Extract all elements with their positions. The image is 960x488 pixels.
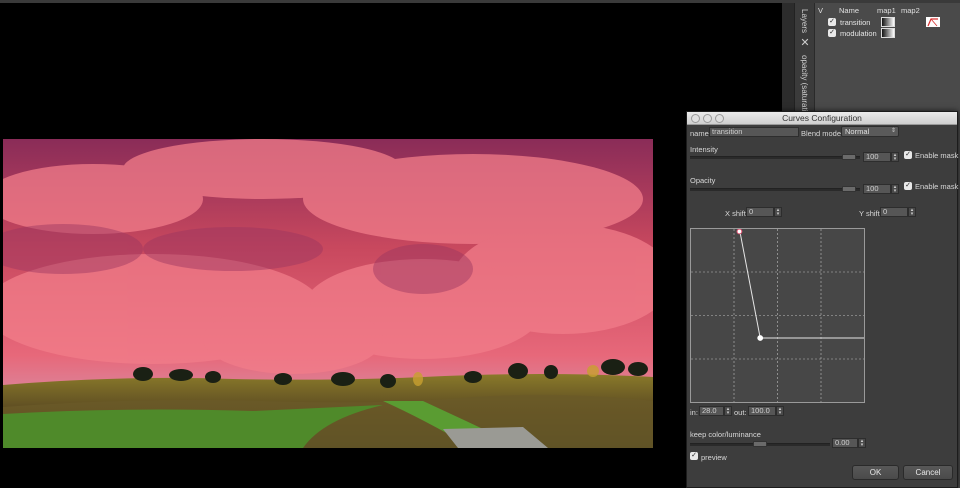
- layer-visible-checkbox[interactable]: ✓: [828, 18, 836, 26]
- opacity-mask-checkbox[interactable]: ✓: [904, 182, 912, 190]
- preview-image: [3, 139, 653, 448]
- intensity-slider[interactable]: [690, 156, 860, 159]
- layer-name: modulation: [840, 29, 877, 38]
- keep-color-luminance-stepper[interactable]: ▴ ▾: [858, 438, 866, 448]
- in-value-field[interactable]: 28.0: [699, 406, 724, 416]
- y-shift-field[interactable]: 0: [880, 207, 908, 217]
- x-shift-label: X shift: [725, 209, 746, 218]
- layers-header: V Name map1 map2: [815, 6, 960, 16]
- dialog-titlebar[interactable]: Curves Configuration: [687, 112, 957, 125]
- map2-curve-icon[interactable]: [926, 17, 940, 27]
- blend-mode-value: Normal: [845, 127, 870, 136]
- map1-thumbnail[interactable]: [881, 28, 895, 38]
- column-map2: map2: [901, 6, 920, 15]
- blend-mode-select[interactable]: Normal ⇕: [841, 126, 899, 137]
- intensity-slider-handle[interactable]: [842, 154, 856, 160]
- out-label: out:: [734, 408, 747, 417]
- column-map1: map1: [877, 6, 896, 15]
- in-stepper[interactable]: ▴ ▾: [724, 406, 732, 416]
- chevron-updown-icon: ⇕: [890, 128, 896, 134]
- intensity-value-field[interactable]: 100: [863, 152, 891, 162]
- map1-thumbnail[interactable]: [881, 17, 895, 27]
- blend-mode-label: Blend mode:: [801, 129, 844, 138]
- curves-configuration-dialog: Curves Configuration name: transition Bl…: [686, 111, 958, 488]
- out-value-field[interactable]: 100.0: [748, 406, 776, 416]
- opacity-value-field[interactable]: 100: [863, 184, 891, 194]
- x-shift-field[interactable]: 0: [746, 207, 774, 217]
- keep-color-luminance-field[interactable]: 0.00: [832, 438, 858, 448]
- layer-name-field[interactable]: transition: [709, 127, 799, 137]
- opacity-stepper[interactable]: ▴ ▾: [891, 184, 899, 194]
- column-visible: V: [818, 6, 824, 15]
- preview-checkbox[interactable]: ✓: [690, 452, 698, 460]
- close-icon[interactable]: ✕: [799, 37, 811, 49]
- opacity-label: Opacity: [690, 176, 716, 185]
- intensity-mask-checkbox[interactable]: ✓: [904, 151, 912, 159]
- curve-editor[interactable]: [690, 228, 865, 403]
- y-shift-label: Y shift: [859, 209, 880, 218]
- y-shift-stepper[interactable]: ▴ ▾: [908, 207, 916, 217]
- opacity-slider[interactable]: [690, 188, 860, 191]
- layer-visible-checkbox[interactable]: ✓: [828, 29, 836, 37]
- curve-graph[interactable]: [691, 228, 864, 402]
- name-label: name:: [690, 129, 711, 138]
- keep-color-luminance-label: keep color/luminance: [690, 430, 761, 439]
- curve-line: [738, 228, 864, 339]
- intensity-label: Intensity: [690, 145, 718, 154]
- x-shift-stepper[interactable]: ▴ ▾: [774, 207, 782, 217]
- layer-name: transition: [840, 18, 871, 27]
- layer-row-transition[interactable]: ✓ transition: [815, 17, 960, 28]
- tab-opacity-saturation[interactable]: opacity (saturation): [795, 55, 815, 123]
- dialog-title: Curves Configuration: [782, 113, 862, 123]
- preview-label: preview: [701, 453, 727, 462]
- keep-color-luminance-handle[interactable]: [753, 441, 767, 447]
- column-name: Name: [839, 6, 860, 15]
- ok-button[interactable]: OK: [852, 465, 899, 480]
- intensity-stepper[interactable]: ▴ ▾: [891, 152, 899, 162]
- cancel-button[interactable]: Cancel: [903, 465, 953, 480]
- layer-row-modulation[interactable]: ✓ modulation: [815, 28, 960, 39]
- curve-control-point[interactable]: [757, 335, 764, 341]
- out-stepper[interactable]: ▴ ▾: [776, 406, 784, 416]
- opacity-slider-handle[interactable]: [842, 186, 856, 192]
- opacity-mask-label: Enable mask: [915, 182, 959, 191]
- in-label: in:: [690, 408, 698, 417]
- tab-layers[interactable]: Layers: [795, 9, 815, 39]
- intensity-mask-label: Enable mask: [915, 151, 959, 160]
- curve-control-point[interactable]: [736, 228, 743, 235]
